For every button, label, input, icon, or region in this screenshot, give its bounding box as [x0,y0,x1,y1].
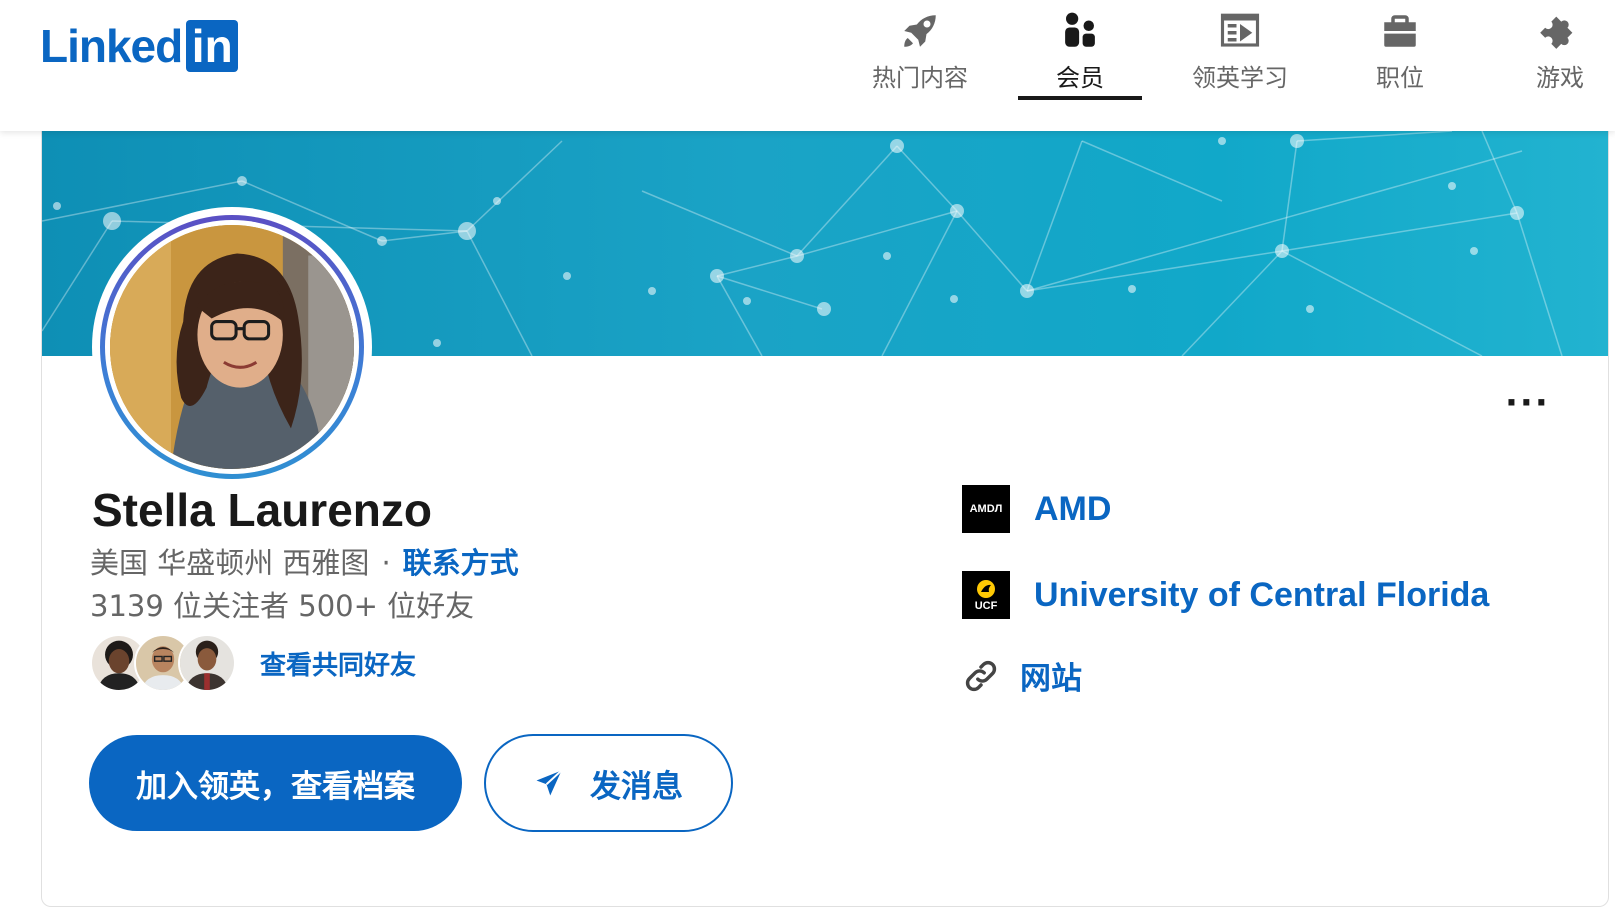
nav-item-learning[interactable]: 领英学习 [1160,0,1320,100]
avatar-ring [100,215,364,479]
nav-label: 会员 [1056,64,1104,92]
amd-logo: AMDЛ [962,485,1010,533]
rocket-icon [904,15,936,47]
contact-info-link[interactable]: 联系方式 [403,546,519,580]
send-message-button[interactable]: 发消息 [484,734,733,832]
send-message-label: 发消息 [590,768,683,805]
video-player-icon [1220,13,1260,47]
nav-label: 热门内容 [872,64,968,92]
location-line: 美国 华盛顿州 西雅图 · 联系方式 [90,540,519,582]
view-mutual-connections-link[interactable]: 查看共同好友 [260,645,416,682]
amd-logo-text: AMDЛ [969,503,1003,515]
school-name: University of Central Florida [1034,575,1490,614]
avatar [178,634,236,692]
logo-text: Linked [40,20,183,72]
nav-item-games[interactable]: 游戏 [1480,0,1615,100]
avatar-inner [105,220,359,474]
link-icon [965,660,997,691]
top-nav-bar: Linked in 热门内容 会员 领英学习 职位 游戏 [0,0,1615,131]
people-icon [1065,12,1095,47]
pegasus-icon [977,579,995,598]
profile-card: ··· Stella Laurenzo 美国 华盛顿州 西雅图 · 联系方式 313… [41,131,1609,907]
briefcase-icon [1384,15,1416,47]
website-link[interactable]: 网站 [962,653,1082,698]
website-label: 网站 [1020,661,1082,697]
more-options-button[interactable]: ··· [1505,383,1550,423]
location-text: 美国 华盛顿州 西雅图 [90,546,370,580]
send-icon [536,769,563,796]
ucf-logo-text: UCF [974,599,998,612]
avatar-illustration [180,636,234,690]
main-nav: 热门内容 会员 领英学习 职位 游戏 [840,0,1615,100]
join-view-profile-button[interactable]: 加入领英，查看档案 [89,735,462,831]
current-company[interactable]: AMDЛ AMD [962,485,1111,533]
followers-count: 3139 位关注者 500+ 位好友 [90,589,475,623]
ucf-logo: UCF [962,571,1010,619]
linkedin-logo[interactable]: Linked in [40,20,239,72]
separator-dot: · [381,546,391,580]
nav-item-members[interactable]: 会员 [1000,0,1160,100]
profile-photo-illustration [110,225,354,469]
nav-item-jobs[interactable]: 职位 [1320,0,1480,100]
mutual-connections[interactable]: 查看共同好友 [90,634,416,692]
logo-box: in [186,20,239,72]
mutual-avatars [90,634,236,692]
puzzle-icon [1540,16,1573,49]
nav-label: 领英学习 [1192,64,1288,92]
company-name: AMD [1034,489,1112,528]
profile-avatar[interactable] [92,207,372,487]
nav-label: 职位 [1376,64,1424,92]
nav-item-top-content[interactable]: 热门内容 [840,0,1000,100]
education-school[interactable]: UCF University of Central Florida [962,571,1489,619]
nav-label: 游戏 [1536,64,1584,92]
profile-photo [110,225,354,469]
profile-name: Stella Laurenzo [92,484,432,536]
